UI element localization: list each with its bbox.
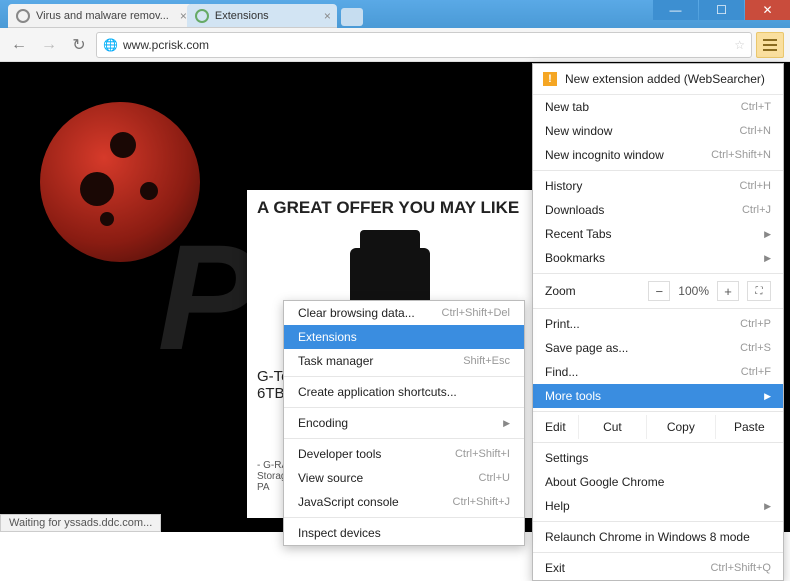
menu-bookmarks[interactable]: Bookmarks▶	[533, 246, 783, 270]
graphic-bubbles	[40, 102, 200, 262]
menu-separator	[284, 407, 524, 408]
bookmark-star-icon[interactable]: ☆	[734, 38, 745, 52]
chevron-right-icon: ▶	[764, 391, 771, 402]
back-button[interactable]: ←	[6, 32, 32, 58]
menu-settings[interactable]: Settings	[533, 446, 783, 470]
tab-close-icon[interactable]: ×	[324, 9, 331, 23]
zoom-label: Zoom	[545, 284, 576, 298]
chevron-right-icon: ▶	[764, 229, 771, 240]
status-bar: Waiting for yssads.ddc.com...	[0, 514, 161, 532]
menu-separator	[533, 273, 783, 274]
tab-title: Extensions	[215, 10, 269, 22]
tab-active[interactable]: Virus and malware remov... ×	[8, 4, 193, 28]
chevron-right-icon: ▶	[764, 501, 771, 512]
chevron-right-icon: ▶	[764, 253, 771, 264]
submenu-inspect-devices[interactable]: Inspect devices	[284, 521, 524, 545]
menu-separator	[533, 170, 783, 171]
more-tools-submenu: Clear browsing data...Ctrl+Shift+Del Ext…	[283, 300, 525, 546]
notification-text: New extension added (WebSearcher)	[565, 72, 765, 86]
ad-heading: A GREAT OFFER YOU MAY LIKE	[257, 198, 522, 218]
tab-strip: Virus and malware remov... × Extensions …	[8, 0, 363, 28]
menu-more-tools[interactable]: More tools▶	[533, 384, 783, 408]
submenu-extensions[interactable]: Extensions	[284, 325, 524, 349]
submenu-encoding[interactable]: Encoding▶	[284, 411, 524, 435]
cut-button[interactable]: Cut	[578, 415, 646, 439]
copy-button[interactable]: Copy	[646, 415, 714, 439]
window-maximize-button[interactable]: ☐	[699, 0, 744, 20]
menu-separator	[533, 308, 783, 309]
reload-button[interactable]: ↻	[66, 32, 92, 58]
menu-new-tab[interactable]: New tabCtrl+T	[533, 95, 783, 119]
submenu-create-shortcuts[interactable]: Create application shortcuts...	[284, 380, 524, 404]
warning-icon: !	[543, 72, 557, 86]
new-tab-button[interactable]	[341, 8, 363, 26]
zoom-out-button[interactable]: −	[648, 281, 670, 301]
menu-new-incognito[interactable]: New incognito windowCtrl+Shift+N	[533, 143, 783, 167]
menu-separator	[533, 552, 783, 553]
forward-button[interactable]: →	[36, 32, 62, 58]
edit-label: Edit	[533, 415, 578, 439]
spinner-icon	[16, 9, 30, 23]
menu-separator	[284, 438, 524, 439]
zoom-in-button[interactable]: +	[717, 281, 739, 301]
paste-button[interactable]: Paste	[715, 415, 783, 439]
menu-notification[interactable]: ! New extension added (WebSearcher)	[533, 64, 783, 95]
submenu-clear-browsing[interactable]: Clear browsing data...Ctrl+Shift+Del	[284, 301, 524, 325]
menu-downloads[interactable]: DownloadsCtrl+J	[533, 198, 783, 222]
menu-separator	[284, 376, 524, 377]
menu-exit[interactable]: ExitCtrl+Shift+Q	[533, 556, 783, 580]
menu-recent-tabs[interactable]: Recent Tabs▶	[533, 222, 783, 246]
tab-close-icon[interactable]: ×	[180, 9, 187, 23]
url-text: www.pcrisk.com	[123, 38, 209, 52]
window-close-button[interactable]: ✕	[745, 0, 790, 20]
menu-print[interactable]: Print...Ctrl+P	[533, 312, 783, 336]
menu-separator	[533, 521, 783, 522]
menu-separator	[533, 442, 783, 443]
chrome-menu-button[interactable]	[756, 32, 784, 58]
fullscreen-button[interactable]: ⛶	[747, 281, 771, 301]
extension-icon	[195, 9, 209, 23]
menu-new-window[interactable]: New windowCtrl+N	[533, 119, 783, 143]
menu-edit-row: Edit Cut Copy Paste	[533, 415, 783, 439]
menu-separator	[533, 411, 783, 412]
address-bar[interactable]: 🌐 www.pcrisk.com ☆	[96, 32, 752, 58]
menu-zoom-row: Zoom − 100% + ⛶	[533, 277, 783, 305]
submenu-developer-tools[interactable]: Developer toolsCtrl+Shift+I	[284, 442, 524, 466]
menu-separator	[284, 517, 524, 518]
toolbar: ← → ↻ 🌐 www.pcrisk.com ☆	[0, 28, 790, 62]
submenu-js-console[interactable]: JavaScript consoleCtrl+Shift+J	[284, 490, 524, 514]
submenu-task-manager[interactable]: Task managerShift+Esc	[284, 349, 524, 373]
submenu-view-source[interactable]: View sourceCtrl+U	[284, 466, 524, 490]
tab-inactive[interactable]: Extensions ×	[187, 4, 337, 28]
menu-help[interactable]: Help▶	[533, 494, 783, 518]
menu-about[interactable]: About Google Chrome	[533, 470, 783, 494]
tab-title: Virus and malware remov...	[36, 10, 169, 22]
menu-save-as[interactable]: Save page as...Ctrl+S	[533, 336, 783, 360]
zoom-value: 100%	[678, 284, 709, 298]
menu-find[interactable]: Find...Ctrl+F	[533, 360, 783, 384]
globe-icon: 🌐	[103, 38, 117, 52]
menu-relaunch[interactable]: Relaunch Chrome in Windows 8 mode	[533, 525, 783, 549]
chrome-main-menu: ! New extension added (WebSearcher) New …	[532, 63, 784, 581]
chevron-right-icon: ▶	[503, 418, 510, 429]
menu-history[interactable]: HistoryCtrl+H	[533, 174, 783, 198]
window-minimize-button[interactable]: —	[653, 0, 698, 20]
